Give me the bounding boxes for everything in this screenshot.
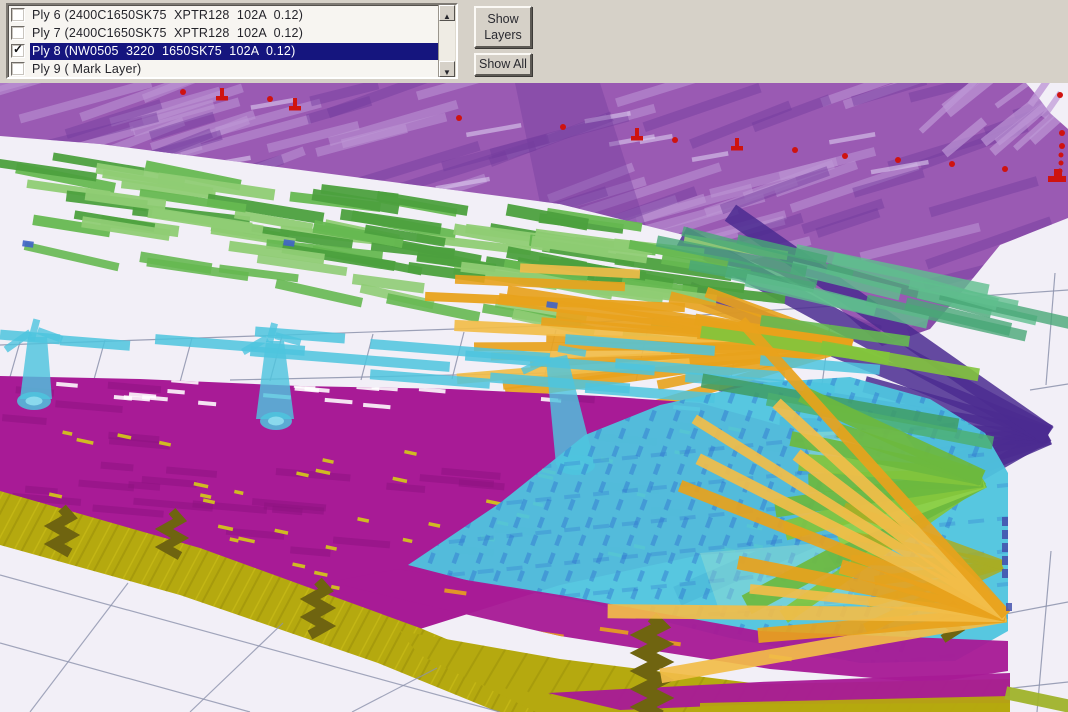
show-layers-button[interactable]: Show Layers [474, 6, 532, 48]
ply-list[interactable]: Ply 6 (2400C1650SK75 XPTR128 102A 0.12) … [6, 3, 458, 79]
ply-8-label: Ply 8 (NW0505 3220 1650SK75 102A 0.12) [30, 43, 456, 60]
ply-9-label: Ply 9 ( Mark Layer) [30, 61, 456, 78]
ply-9-checkbox[interactable] [11, 62, 25, 76]
ply-list-scrollbar[interactable]: ▲ ▼ [438, 5, 456, 77]
ply-7-label: Ply 7 (2400C1650SK75 XPTR128 102A 0.12) [30, 25, 456, 42]
scroll-up-button[interactable]: ▲ [439, 5, 455, 21]
checkmark-icon: ✓ [13, 42, 23, 56]
scrollbar-track[interactable] [439, 21, 455, 61]
ply-item-6[interactable]: Ply 6 (2400C1650SK75 XPTR128 102A 0.12) [8, 6, 456, 24]
scroll-down-button[interactable]: ▼ [439, 61, 455, 77]
ply-item-8-selected[interactable]: ✓ Ply 8 (NW0505 3220 1650SK75 102A 0.12) [8, 42, 456, 60]
arrow-down-icon: ▼ [443, 68, 451, 77]
design-viewport[interactable] [0, 83, 1068, 712]
ply-8-checkbox[interactable]: ✓ [11, 44, 25, 58]
ply-6-checkbox[interactable] [11, 8, 25, 22]
ply-6-label: Ply 6 (2400C1650SK75 XPTR128 102A 0.12) [30, 7, 456, 24]
layer-control-panel: Ply 6 (2400C1650SK75 XPTR128 102A 0.12) … [0, 0, 1068, 84]
ply-item-9[interactable]: Ply 9 ( Mark Layer) [8, 60, 456, 78]
application-window: Ply 6 (2400C1650SK75 XPTR128 102A 0.12) … [0, 0, 1068, 712]
ply-item-7[interactable]: Ply 7 (2400C1650SK75 XPTR128 102A 0.12) [8, 24, 456, 42]
ply-7-checkbox[interactable] [11, 26, 25, 40]
show-all-button[interactable]: Show All [474, 53, 532, 76]
arrow-up-icon: ▲ [443, 12, 451, 21]
